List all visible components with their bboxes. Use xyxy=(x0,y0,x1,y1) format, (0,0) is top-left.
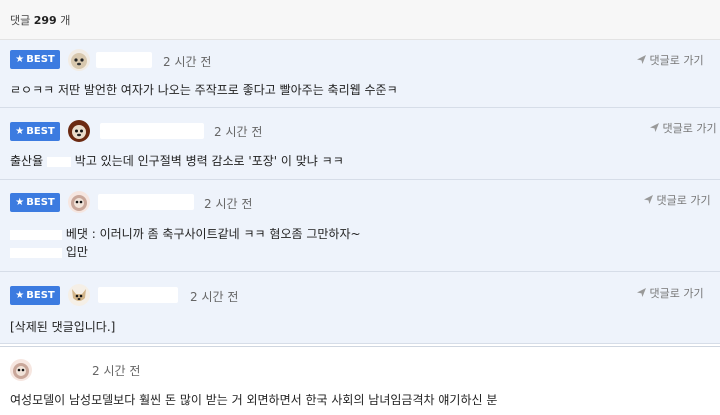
star-icon: ★ xyxy=(15,54,25,65)
comment-count-number: 299 xyxy=(33,14,57,27)
comment-time: 2 시간 전 xyxy=(190,290,239,304)
comment-time: 2 시간 전 xyxy=(214,125,263,139)
best-comment: ★ BEST 2 시간 전 댓글로 가기 ㄹㅇㅋㅋ 저딴 발언한 여자가 나오는… xyxy=(0,40,720,108)
comment-time: 2 시간 전 xyxy=(92,364,141,378)
comment-time: 2 시간 전 xyxy=(163,55,212,69)
username-redacted[interactable] xyxy=(40,360,80,376)
text-redacted xyxy=(46,156,71,167)
comment-text: 베댓 : 이러니까 좀 축구사이트같네 ㅋㅋ 혐오좀 그만하자~ xyxy=(10,225,361,242)
best-badge-label: BEST xyxy=(26,126,55,137)
comment-text: 여성모델이 남성모델보다 훨씬 돈 많이 받는 거 외면하면서 한국 사회의 남… xyxy=(10,393,498,407)
avatar[interactable] xyxy=(68,191,90,213)
avatar[interactable] xyxy=(68,120,90,142)
comment-text-suffix: 박고 있는데 인구절벽 병력 감소로 '포장' 이 맞냐 ㅋㅋ xyxy=(74,154,344,168)
send-arrow-icon xyxy=(650,123,659,132)
reply-link-label: 댓글로 가기 xyxy=(662,122,717,135)
avatar[interactable] xyxy=(68,49,90,71)
username-redacted[interactable] xyxy=(98,287,178,303)
reply-link[interactable]: 댓글로 가기 xyxy=(637,285,704,301)
username-redacted[interactable] xyxy=(96,52,152,68)
avatar[interactable] xyxy=(68,284,90,306)
reply-link[interactable]: 댓글로 가기 xyxy=(637,52,704,68)
best-badge: ★ BEST xyxy=(10,122,60,141)
text-redacted xyxy=(10,229,62,240)
comment-text: 출산율 박고 있는데 인구절벽 병력 감소로 '포장' 이 맞냐 ㅋㅋ xyxy=(10,152,344,169)
send-arrow-icon xyxy=(644,195,653,204)
comment-text: ㄹㅇㅋㅋ 저딴 발언한 여자가 나오는 주작프로 좋다고 빨아주는 축리웹 수준… xyxy=(10,83,398,97)
comment-count-unit: 개 xyxy=(60,14,71,27)
comment: 2 시간 전 여성모델이 남성모델보다 훨씬 돈 많이 받는 거 외면하면서 한… xyxy=(0,346,720,415)
best-badge: ★ BEST xyxy=(10,193,60,212)
reply-link-label: 댓글로 가기 xyxy=(649,54,704,67)
reply-link-label: 댓글로 가기 xyxy=(649,287,704,300)
send-arrow-icon xyxy=(637,55,646,64)
comment-count-label: 댓글 xyxy=(10,14,31,27)
star-icon: ★ xyxy=(15,197,25,208)
reply-link-label: 댓글로 가기 xyxy=(656,194,711,207)
text-redacted xyxy=(10,247,62,258)
send-arrow-icon xyxy=(637,288,646,297)
best-badge-label: BEST xyxy=(26,290,55,301)
avatar[interactable] xyxy=(10,359,32,381)
username-redacted[interactable] xyxy=(100,123,204,139)
comment-time: 2 시간 전 xyxy=(204,197,253,211)
comment-text-line2-body: 입만 xyxy=(65,245,88,259)
best-comment: ★ BEST 2 시간 전 댓글로 가기 베댓 : 이러니까 좀 축구사이트같네… xyxy=(0,180,720,272)
username-redacted[interactable] xyxy=(98,194,194,210)
best-badge-label: BEST xyxy=(26,197,55,208)
comment-text: [삭제된 댓글입니다.] xyxy=(10,320,116,334)
best-badge: ★ BEST xyxy=(10,50,60,69)
reply-link[interactable]: 댓글로 가기 xyxy=(644,192,711,208)
comment-text-prefix: 출산율 xyxy=(10,154,44,168)
best-badge: ★ BEST xyxy=(10,286,60,305)
star-icon: ★ xyxy=(15,290,25,301)
comment-count-bar: 댓글 299 개 xyxy=(0,0,720,40)
best-badge-label: BEST xyxy=(26,54,55,65)
best-comment: ★ BEST 2 시간 전 댓글로 가기 [삭제된 댓글입니다.] xyxy=(0,272,720,344)
comment-text-body: 베댓 : 이러니까 좀 축구사이트같네 ㅋㅋ 혐오좀 그만하자~ xyxy=(65,227,361,241)
star-icon: ★ xyxy=(15,126,25,137)
best-comment: ★ BEST 2 시간 전 댓글로 가기 출산율 박고 있는데 인구절벽 병력 … xyxy=(0,108,720,180)
reply-link[interactable]: 댓글로 가기 xyxy=(650,120,717,136)
comment-text-line2: 입만 xyxy=(10,243,88,260)
